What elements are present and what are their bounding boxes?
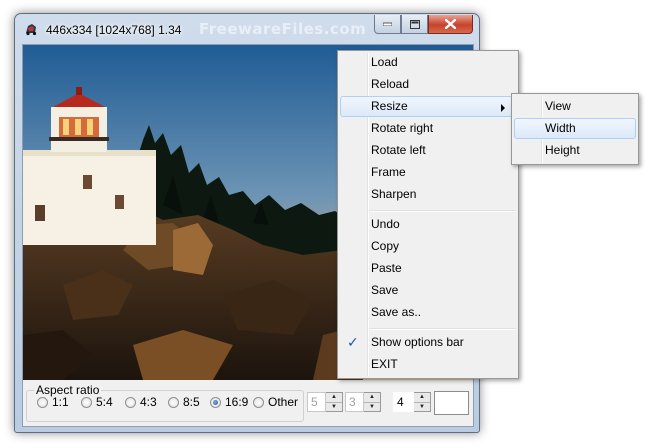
watermark: FreewareFiles.com <box>199 20 367 38</box>
menu-item-label: Save as.. <box>371 305 422 319</box>
spin-down-icon[interactable]: ▼ <box>326 401 342 412</box>
menu-item-frame[interactable]: Frame <box>340 162 516 183</box>
ratio-1-1-radio[interactable]: 1:1 <box>37 395 69 409</box>
menu-item-label: EXIT <box>371 357 398 371</box>
spin-up-icon[interactable]: ▲ <box>414 393 430 402</box>
options-bar: Aspect ratio 1:1 5:4 4:3 8:5 16:9 Other … <box>23 380 473 426</box>
checkmark-icon: ✓ <box>347 334 359 350</box>
spin-up-icon[interactable]: ▲ <box>326 393 342 402</box>
menu-item-label: Rotate right <box>371 121 434 135</box>
spin-up-icon[interactable]: ▲ <box>364 393 380 402</box>
menu-item-label: Frame <box>371 165 406 179</box>
submenu-item-width[interactable]: Width <box>514 118 636 139</box>
submenu-arrow-icon <box>501 104 505 112</box>
ratio-5-4-radio[interactable]: 5:4 <box>81 395 113 409</box>
spin-down-icon[interactable]: ▼ <box>414 401 430 412</box>
menu-item-label: Height <box>545 143 580 157</box>
menu-item-label: Undo <box>371 217 400 231</box>
ratio-label: 16:9 <box>225 395 249 409</box>
menu-item-show-options-bar[interactable]: ✓ Show options bar <box>340 332 516 353</box>
menu-item-reload[interactable]: Reload <box>340 74 516 95</box>
frame-size-field[interactable]: 4 <box>393 392 414 412</box>
minimize-button[interactable] <box>374 15 401 34</box>
ratio-label: 5:4 <box>96 395 113 409</box>
menu-item-rotate-right[interactable]: Rotate right <box>340 118 516 139</box>
ratio-8-5-radio[interactable]: 8:5 <box>168 395 200 409</box>
ratio-label: 8:5 <box>183 395 200 409</box>
menu-item-resize[interactable]: Resize <box>340 96 516 117</box>
ratio-label: Other <box>268 395 299 409</box>
window-title: 446x334 [1024x768] 1.34 <box>46 23 182 37</box>
ratio-height-field[interactable]: 3 <box>345 392 364 412</box>
ratio-label: 4:3 <box>140 395 157 409</box>
spin-buttons[interactable]: ▲ ▼ <box>364 392 381 412</box>
ratio-height-spinner[interactable]: 3 ▲ ▼ <box>345 392 381 412</box>
maximize-icon <box>409 19 420 29</box>
menu-item-paste[interactable]: Paste <box>340 258 516 279</box>
menu-item-label: Copy <box>371 239 400 253</box>
title-bar[interactable]: 446x334 [1024x768] 1.34 FreewareFiles.co… <box>15 14 479 44</box>
radio-dot <box>253 396 264 408</box>
ratio-other-radio[interactable]: Other <box>253 395 298 409</box>
ratio-16-9-radio[interactable]: 16:9 <box>210 395 248 409</box>
minimize-icon <box>383 22 392 26</box>
menu-separator <box>369 328 516 330</box>
menu-item-sharpen[interactable]: Sharpen <box>340 184 516 205</box>
menu-item-save[interactable]: Save <box>340 280 516 301</box>
spin-buttons[interactable]: ▲ ▼ <box>414 392 431 412</box>
radio-dot <box>168 396 179 408</box>
menu-item-load[interactable]: Load <box>340 52 516 73</box>
menu-item-label: Sharpen <box>371 187 417 201</box>
menu-item-label: Show options bar <box>371 335 464 349</box>
context-menu: Load Reload Resize Rotate right Rotate l… <box>337 50 519 379</box>
menu-item-copy[interactable]: Copy <box>340 236 516 257</box>
resize-submenu: View Width Height <box>511 93 639 165</box>
menu-item-save-as[interactable]: Save as.. <box>340 302 516 323</box>
menu-item-label: Save <box>371 283 399 297</box>
maximize-button[interactable] <box>401 15 428 34</box>
submenu-item-view[interactable]: View <box>514 96 636 117</box>
menu-item-undo[interactable]: Undo <box>340 214 516 235</box>
menu-item-label: Paste <box>371 261 402 275</box>
menu-separator <box>369 210 516 212</box>
menu-item-label: View <box>545 99 571 113</box>
close-button[interactable] <box>428 15 473 34</box>
menu-item-label: Resize <box>371 99 408 113</box>
submenu-item-height[interactable]: Height <box>514 140 636 161</box>
menu-item-label: Rotate left <box>371 143 426 157</box>
frame-color-swatch[interactable] <box>434 391 469 415</box>
menu-item-exit[interactable]: EXIT <box>340 354 516 375</box>
radio-dot <box>37 396 48 408</box>
menu-item-label: Width <box>545 121 576 135</box>
spin-down-icon[interactable]: ▼ <box>364 401 380 412</box>
ratio-label: 1:1 <box>52 395 69 409</box>
frame-size-spinner[interactable]: 4 ▲ ▼ <box>393 392 431 412</box>
ratio-width-spinner[interactable]: 5 ▲ ▼ <box>307 392 343 412</box>
ratio-width-field[interactable]: 5 <box>307 392 326 412</box>
spin-buttons[interactable]: ▲ ▼ <box>326 392 343 412</box>
menu-item-label: Reload <box>371 77 410 91</box>
ratio-4-3-radio[interactable]: 4:3 <box>125 395 157 409</box>
radio-dot <box>81 396 92 408</box>
menu-item-rotate-left[interactable]: Rotate left <box>340 140 516 161</box>
car-icon <box>26 24 37 36</box>
menu-item-label: Load <box>371 55 398 69</box>
close-icon <box>445 19 456 29</box>
radio-dot-checked <box>210 396 221 408</box>
radio-dot <box>125 396 136 408</box>
